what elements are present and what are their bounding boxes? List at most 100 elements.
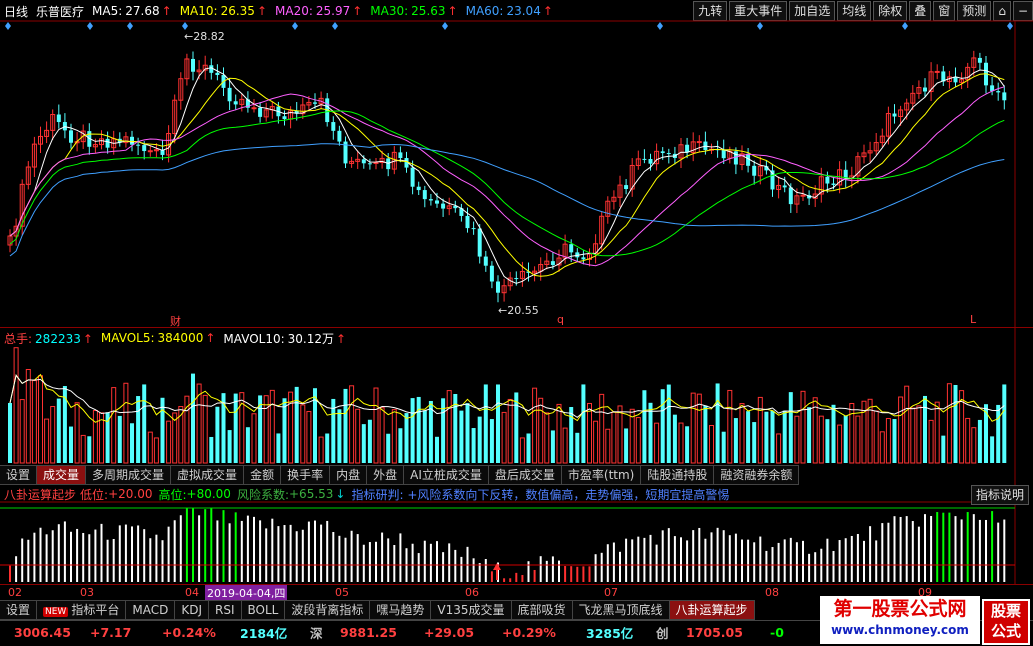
indicator-tab[interactable]: V135成交量 (431, 601, 512, 619)
volume-bar (575, 432, 580, 463)
indicator-tab[interactable]: 飞龙黑马顶底线 (573, 601, 670, 619)
indicator-bar (942, 512, 945, 582)
event-marker-l[interactable]: L (970, 313, 976, 326)
indicator-tab[interactable]: RSI (209, 601, 242, 619)
volume-tab[interactable]: 内盘 (330, 466, 368, 484)
indicator-bar (991, 511, 994, 582)
indicator-bar (704, 538, 707, 582)
volume-tab[interactable]: 陆股通持股 (641, 466, 715, 484)
indicator-bar (185, 508, 188, 582)
volume-bar (142, 384, 147, 463)
indicator-bar (204, 509, 207, 582)
indicator-bar (94, 529, 97, 582)
volume-tab[interactable]: 融资融券余额 (714, 466, 800, 484)
volume-tab[interactable]: 多周期成交量 (86, 466, 172, 484)
volume-bar (398, 428, 403, 463)
indicator-bar (533, 569, 536, 582)
indicator-bar (576, 566, 579, 582)
volume-bar (660, 389, 665, 463)
cy-index-value[interactable]: 1705.05 (686, 625, 770, 640)
volume-bar (556, 403, 562, 464)
volume-tab[interactable]: 盘后成交量 (489, 466, 562, 484)
indicator-bar (76, 528, 79, 582)
volume-tab[interactable]: 设置 (0, 466, 38, 484)
indicator-bar (417, 553, 420, 582)
volume-tab[interactable]: 金额 (244, 466, 282, 484)
indicator-tab[interactable]: 嘿马趋势 (370, 601, 432, 619)
volume-tab[interactable]: 市盈率(ttm) (562, 466, 642, 484)
volume-bar (782, 410, 787, 463)
volume-value: 282233 (35, 331, 81, 346)
candle-body (130, 136, 134, 145)
indicator-bar (448, 543, 451, 582)
volume-tab[interactable]: 换手率 (281, 466, 331, 484)
candle-body (56, 114, 61, 123)
event-diamond-icon (127, 22, 133, 30)
indicator-tab[interactable]: KDJ (175, 601, 209, 619)
volume-value: 384000 (157, 331, 204, 345)
indicator-bar (808, 553, 811, 582)
volume-bar (996, 404, 1001, 463)
sz-index-value[interactable]: 9881.25 (340, 625, 424, 640)
volume-bar (251, 413, 257, 464)
volume-tab[interactable]: 虚拟成交量 (171, 466, 245, 484)
indicator-bar (253, 516, 255, 582)
candle-body (660, 151, 665, 154)
x-axis-month: 02 (8, 586, 22, 599)
indicator-bar (686, 540, 689, 582)
indicator-bar (399, 533, 402, 582)
event-marker-q[interactable]: q (557, 313, 564, 326)
arrow-down-icon: ↓ (335, 487, 346, 501)
indicator-bar (777, 542, 780, 582)
volume-tab[interactable]: 外盘 (367, 466, 405, 484)
volume-tab[interactable]: 成交量 (37, 466, 87, 484)
indicator-tab[interactable]: BOLL (242, 601, 286, 619)
candle-body (435, 200, 439, 204)
indicator-bar (625, 538, 628, 582)
candle-body (215, 72, 220, 76)
x-axis-month: 06 (465, 586, 479, 599)
candle-body (398, 152, 403, 159)
indicator-bar (307, 521, 310, 582)
stock-chart[interactable] (0, 0, 1033, 646)
volume-bar (635, 417, 641, 464)
candle-body (361, 159, 366, 164)
indicator-name: 八卦运算起步 (4, 487, 77, 502)
indicator-bar (899, 516, 902, 582)
indicator-bar (924, 514, 926, 582)
volume-bar (953, 384, 958, 463)
indicator-tab[interactable]: 八卦运算起步 (669, 601, 755, 619)
tab-label: 外盘 (373, 468, 398, 482)
volume-tab[interactable]: AI立桩成交量 (404, 466, 489, 484)
indicator-bar (741, 539, 743, 582)
indicator-bar (265, 528, 268, 582)
indicator-tab[interactable]: 底部吸货 (512, 601, 573, 619)
volume-bar (422, 410, 427, 463)
volume-bar (788, 392, 793, 463)
indicator-bar (893, 516, 896, 582)
sh-index-value[interactable]: 3006.45 (14, 625, 90, 640)
indicator-bar (521, 575, 524, 582)
indicator-bar (277, 526, 280, 582)
indicator-tab[interactable]: NEW 指标平台 (37, 601, 127, 619)
indicator-bar (966, 512, 969, 582)
indicator-bar (137, 525, 140, 582)
indicator-bar (173, 520, 176, 582)
indicator-bar (905, 516, 908, 582)
volume-bar (386, 433, 391, 463)
volume-bar (818, 415, 824, 464)
indicator-explain-button[interactable]: 指标说明 (970, 485, 1029, 505)
indicator-tab[interactable]: 设置 (0, 601, 38, 619)
indicator-bar (442, 552, 445, 582)
indicator-bar (680, 537, 682, 582)
volume-bar (770, 410, 775, 463)
indicator-bar (619, 551, 621, 582)
candle-body (800, 194, 806, 197)
indicator-tab[interactable]: 波段背离指标 (285, 601, 371, 619)
indicator-bar (692, 530, 695, 582)
indicator-tab[interactable]: MACD (126, 601, 176, 619)
watermark-url: www.chnmoney.com (831, 623, 969, 637)
volume-bar (325, 433, 330, 463)
indicator-bar (795, 542, 798, 582)
indicator-bar (234, 512, 237, 582)
